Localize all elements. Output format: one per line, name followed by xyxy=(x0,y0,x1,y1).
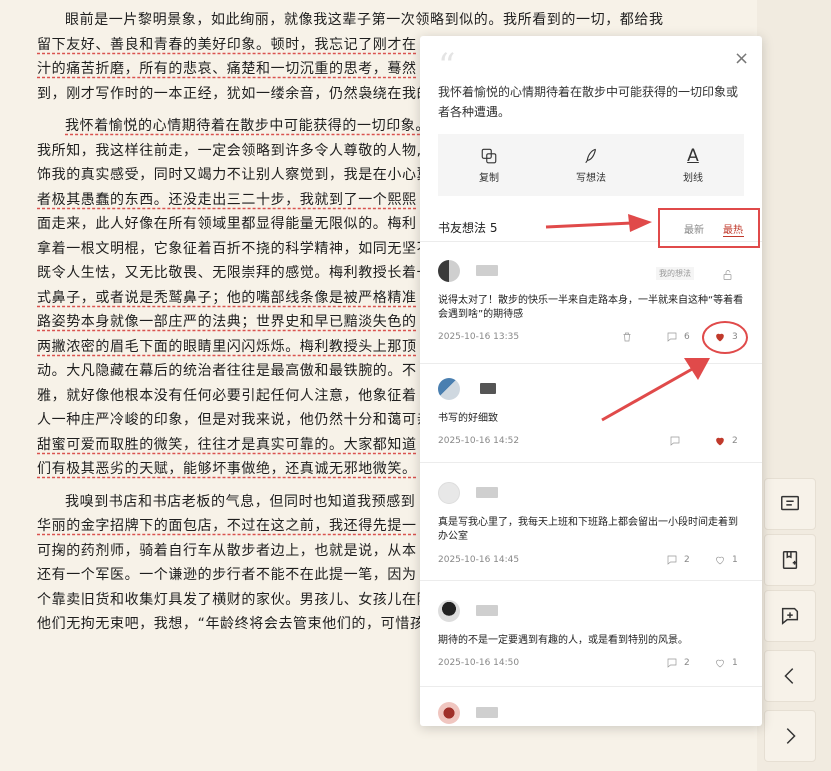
underline-label: 划线 xyxy=(683,172,703,184)
username-blurred xyxy=(480,383,496,394)
pen-icon xyxy=(585,148,597,163)
avatar[interactable] xyxy=(438,600,460,622)
bookmark-icon xyxy=(782,551,798,569)
avatar[interactable] xyxy=(438,378,460,400)
quote-icon: “ xyxy=(438,46,456,86)
like-button[interactable]: 1 xyxy=(714,657,738,669)
reply-count: 2 xyxy=(684,658,690,668)
username-blurred xyxy=(476,487,498,498)
comment-text: 真是写我心里了，我每天上班和下班路上都会留出一小段时间走着到办公室 xyxy=(438,517,738,542)
chevron-left-icon xyxy=(784,668,794,684)
comment-item xyxy=(438,702,744,726)
comment-text: 期待的不是一定要遇到有趣的人，或是看到特别的风景。 xyxy=(438,635,688,646)
username-blurred xyxy=(476,707,498,718)
heart-icon xyxy=(716,659,724,668)
my-thought-tag: 我的想法 xyxy=(656,267,694,280)
avatar[interactable] xyxy=(438,482,460,504)
quoted-passage: 我怀着愉悦的心情期待着在散步中可能获得的一切印象或者各种遭遇。 xyxy=(438,85,739,119)
comment-item: 真是写我心里了，我每天上班和下班路上都会留出一小段时间走着到办公室 2025-1… xyxy=(438,482,744,572)
reply-button[interactable] xyxy=(669,435,687,447)
underline-button[interactable]: A 划线 xyxy=(663,147,723,184)
comment-time: 2025-10-16 14:50 xyxy=(438,658,520,668)
thoughts-count: 书友想法 5 xyxy=(438,221,498,235)
comment-time: 2025-10-16 14:45 xyxy=(438,555,520,565)
chevron-right-icon xyxy=(786,728,796,744)
like-button[interactable]: 1 xyxy=(714,554,738,566)
underline-icon: A xyxy=(687,145,699,166)
comment-icon xyxy=(670,436,680,446)
copy-button[interactable]: 复制 xyxy=(459,147,519,184)
avatar[interactable] xyxy=(438,702,460,724)
comment-text: 说得太对了！散步的快乐一半来自走路本身，一半就来自这种“等着看会遇到啥”的期待感 xyxy=(438,295,744,320)
reply-button[interactable]: 6 xyxy=(666,331,690,343)
username-blurred xyxy=(476,605,498,616)
divider xyxy=(420,580,762,581)
bookmark-button[interactable] xyxy=(764,534,816,586)
add-note-button[interactable] xyxy=(764,590,816,642)
note-icon xyxy=(781,495,799,511)
reply-count: 6 xyxy=(684,332,690,342)
delete-button[interactable] xyxy=(621,331,639,343)
comment-time: 2025-10-16 14:52 xyxy=(438,436,520,446)
action-bar: 复制 写想法 A 划线 xyxy=(438,134,744,196)
comment-time: 2025-10-16 13:35 xyxy=(438,332,520,342)
comment-icon xyxy=(667,658,677,668)
write-thought-label: 写想法 xyxy=(576,172,606,184)
comment-icon xyxy=(667,332,677,342)
annotation-arrow xyxy=(545,214,652,232)
comment-item: 期待的不是一定要遇到有趣的人，或是看到特别的风景。 2025-10-16 14:… xyxy=(438,600,744,680)
prev-page-button[interactable] xyxy=(764,650,816,702)
close-icon[interactable]: × xyxy=(734,48,749,69)
copy-label: 复制 xyxy=(479,172,499,184)
like-count: 2 xyxy=(732,436,738,446)
reply-button[interactable]: 2 xyxy=(666,554,690,566)
username-blurred xyxy=(476,265,498,276)
like-count: 1 xyxy=(732,555,738,565)
highlight-circle xyxy=(702,321,748,354)
divider xyxy=(420,462,762,463)
like-count: 1 xyxy=(732,658,738,668)
lock-button[interactable] xyxy=(722,266,734,285)
copy-icon xyxy=(481,148,497,163)
avatar[interactable] xyxy=(438,260,460,282)
reply-button[interactable]: 2 xyxy=(666,657,690,669)
trash-icon xyxy=(623,332,631,342)
sort-highlight-box xyxy=(658,208,760,248)
heart-icon xyxy=(716,556,724,565)
comment-item: 我的想法 说得太对了！散步的快乐一半来自走路本身，一半就来自这种“等着看会遇到啥… xyxy=(438,260,748,360)
divider xyxy=(420,686,762,687)
next-page-button[interactable] xyxy=(764,710,816,762)
heart-icon xyxy=(716,437,724,446)
lock-icon xyxy=(723,270,732,280)
reply-count: 2 xyxy=(684,555,690,565)
write-thought-button[interactable]: 写想法 xyxy=(561,147,621,184)
note-button[interactable] xyxy=(764,478,816,530)
comment-icon xyxy=(667,555,677,565)
annotation-arrow xyxy=(601,358,710,422)
like-button[interactable]: 2 xyxy=(714,435,738,447)
add-note-icon xyxy=(781,607,799,625)
